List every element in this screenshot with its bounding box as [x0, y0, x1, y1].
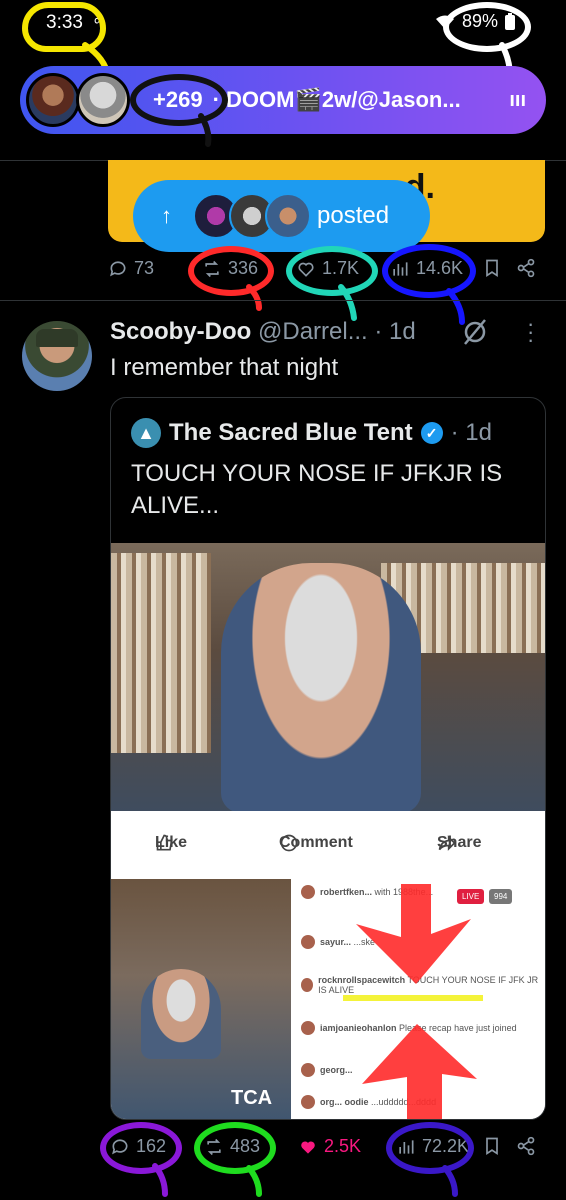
- battery-percent: 89%: [461, 11, 498, 31]
- live-video-feed: TCA: [111, 879, 291, 1119]
- views-icon: [399, 1139, 414, 1154]
- author-handle[interactable]: @Darrel...: [258, 318, 368, 345]
- cohost-avatar: [76, 73, 130, 127]
- share-button[interactable]: [516, 1136, 536, 1156]
- battery-icon: [505, 12, 515, 30]
- notification-icons: ∞: [94, 12, 105, 29]
- reply-icon: [110, 260, 126, 276]
- like-button[interactable]: 1.7K: [296, 258, 359, 279]
- fb-comment: Comment: [279, 833, 353, 853]
- wifi-icon: [435, 15, 454, 29]
- repost-count: 336: [228, 258, 259, 278]
- annotation-tail-green: [246, 1165, 262, 1197]
- bookmark-button[interactable]: [482, 1136, 502, 1156]
- repost-icon: [207, 1138, 221, 1155]
- comment-row: org... oodie ...uddddd...dddd: [301, 1095, 436, 1109]
- host-avatars: [24, 71, 139, 129]
- title-separator: ·: [212, 87, 220, 112]
- man-speaking: [141, 969, 221, 1059]
- tweet-actions: 162 483 2.5K 72.2K: [0, 1136, 566, 1166]
- quote-header: ▲ The Sacred Blue Tent ✓ · 1d: [131, 418, 492, 448]
- poster-avatar-3: [265, 193, 311, 239]
- more-options-icon[interactable]: · · ·: [527, 313, 534, 351]
- divider-mid: [0, 300, 566, 301]
- views-button[interactable]: 72.2K: [396, 1136, 469, 1157]
- comment-row: rocknrollspacewitch TOUCH YOUR NOSE IF J…: [301, 975, 541, 995]
- like-button[interactable]: 2.5K: [298, 1136, 361, 1157]
- fb-comment-label: Comment: [279, 834, 353, 851]
- annotation-tail-purple: [152, 1163, 168, 1197]
- man-covering-nose: [221, 563, 421, 813]
- fb-like-label: Like: [155, 834, 188, 851]
- posted-label: posted: [317, 202, 390, 229]
- fb-share: Share: [437, 833, 481, 853]
- annotation-tail-darkblue: [442, 1165, 458, 1197]
- heart-filled-icon: [301, 1140, 315, 1154]
- tweet-time: · 1d: [374, 318, 416, 345]
- viewer-count: 994: [489, 889, 513, 904]
- comment-row: georg...: [301, 1063, 353, 1077]
- bookshelf: [111, 553, 211, 753]
- space-title: · DOOM🎬2w/@Jason...: [213, 87, 461, 113]
- status-time: 3:33: [46, 12, 83, 33]
- status-bar: 3:33 ∞ 89%: [0, 0, 566, 44]
- audio-level-icon: ııı: [509, 89, 526, 111]
- views-button[interactable]: 14.6K: [390, 258, 463, 279]
- bookmark-icon: [486, 1137, 498, 1156]
- reply-count: 73: [134, 258, 155, 278]
- previous-tweet-actions: 73 336 1.7K 14.6K: [0, 258, 566, 288]
- repost-icon: [205, 260, 219, 277]
- reply-button[interactable]: 73: [108, 258, 154, 279]
- space-title-text: DOOM🎬2w/@Jason...: [226, 87, 461, 112]
- quote-image-bottom[interactable]: TCA LIVE 994 robertfken... with 1988the.…: [111, 875, 545, 1119]
- host-avatar: [26, 73, 80, 127]
- share-icon: [517, 1136, 535, 1156]
- reply-button[interactable]: 162: [110, 1136, 166, 1157]
- tweet-header: Scooby-Doo @Darrel... · 1d: [110, 318, 416, 346]
- like-count: 2.5K: [324, 1136, 362, 1156]
- highlight-mark: [343, 995, 483, 1001]
- bookmark-icon: [486, 259, 498, 278]
- reply-icon: [112, 1138, 128, 1154]
- listener-count: +269: [153, 87, 203, 112]
- fb-share-label: Share: [437, 834, 482, 851]
- like-count: 1.7K: [322, 258, 360, 278]
- live-comments: LIVE 994 robertfken... with 1988the... s…: [293, 879, 545, 1119]
- quoted-tweet[interactable]: ▲ The Sacred Blue Tent ✓ · 1d TOUCH YOUR…: [110, 397, 546, 1120]
- comment-row: robertfken... with 1988the...: [301, 885, 433, 899]
- quote-image-top[interactable]: [111, 543, 545, 813]
- views-count: 72.2K: [422, 1136, 470, 1156]
- live-badge: LIVE: [457, 889, 485, 904]
- fb-like: Like: [155, 833, 187, 853]
- heart-icon: [298, 262, 314, 277]
- tweet-text: I remember that night: [110, 354, 339, 381]
- status-right: 89%: [434, 11, 516, 32]
- annotation-tail-teal: [338, 284, 357, 321]
- share-button[interactable]: [516, 258, 536, 278]
- author-avatar[interactable]: [22, 321, 92, 391]
- quote-author-name: The Sacred Blue Tent: [169, 419, 413, 446]
- new-posts-pill[interactable]: ↑ posted: [133, 180, 430, 252]
- comment-row: iamjoanieohanlon Please recap have just …: [301, 1021, 541, 1035]
- repost-button[interactable]: 336: [202, 258, 258, 279]
- repost-button[interactable]: 483: [204, 1136, 260, 1157]
- views-icon: [393, 261, 408, 276]
- verified-badge-icon: ✓: [420, 422, 443, 444]
- share-icon: [517, 258, 535, 278]
- quote-text: TOUCH YOUR NOSE IF JFKJR IS ALIVE...: [131, 460, 503, 519]
- comment-row: sayur... ...ske: [301, 935, 375, 949]
- reply-count: 162: [136, 1136, 167, 1156]
- spaces-live-bar[interactable]: +269 · DOOM🎬2w/@Jason... ııı: [20, 66, 546, 134]
- tent-logo-icon: ▲: [131, 418, 161, 448]
- quote-time: · 1d: [450, 419, 492, 446]
- author-name[interactable]: Scooby-Doo: [110, 318, 251, 345]
- facebook-action-bar: Like Comment Share: [111, 811, 545, 875]
- sign-fragment: TCA: [231, 1087, 273, 1109]
- repost-count: 483: [230, 1136, 261, 1156]
- bookmark-button[interactable]: [482, 258, 502, 278]
- views-count: 14.6K: [416, 258, 464, 278]
- grok-icon[interactable]: [461, 318, 489, 346]
- arrow-up-icon: ↑: [161, 203, 172, 228]
